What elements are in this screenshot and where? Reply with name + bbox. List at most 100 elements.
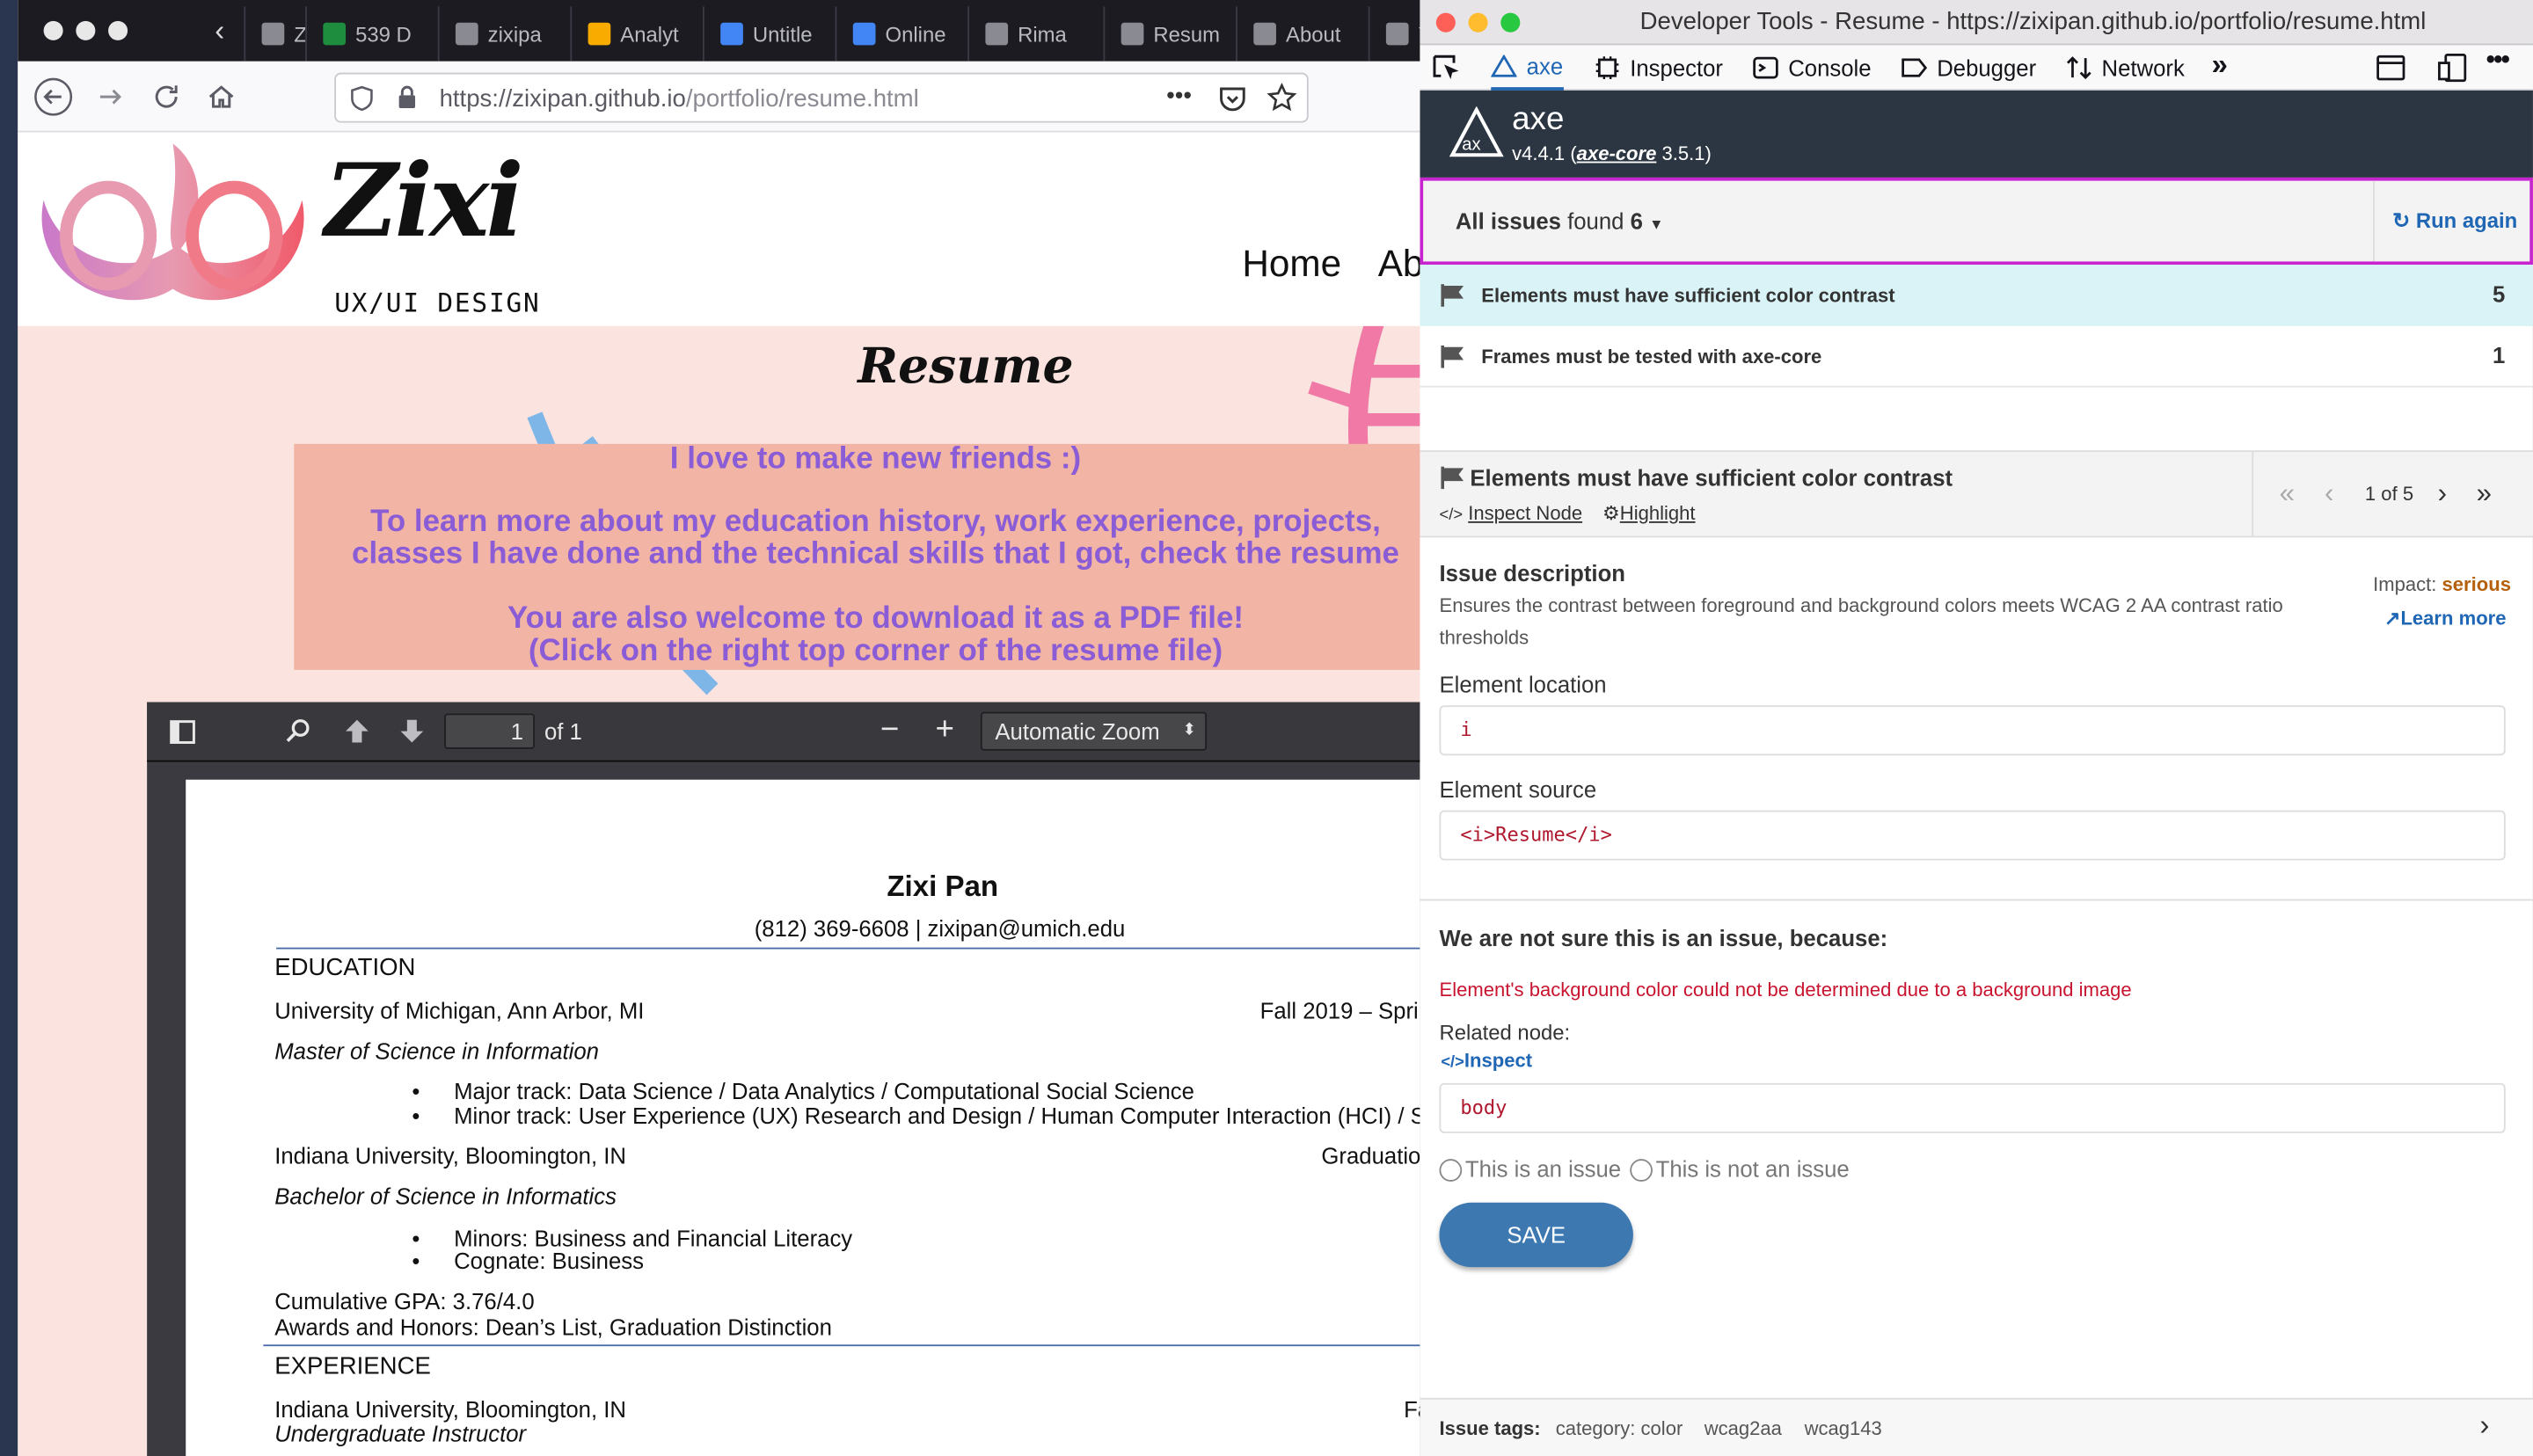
- responsive-design-icon[interactable]: [2438, 54, 2467, 83]
- find-icon[interactable]: [286, 718, 311, 744]
- inspector-icon: [1595, 56, 1619, 79]
- axe-version: v4.4.1 (axe-core 3.5.1): [1512, 142, 1712, 165]
- forward-button[interactable]: [92, 77, 131, 116]
- tab-console[interactable]: Console: [1753, 45, 1872, 90]
- browser-tab[interactable]: Analyt: [570, 6, 703, 62]
- zoom-out-icon[interactable]: −: [880, 712, 899, 749]
- window-close-button[interactable]: [43, 20, 63, 40]
- pdf-toolbar: 1 of 1 − + Automatic Zoom ⬍: [147, 702, 1420, 762]
- browser-tab[interactable]: About: [1236, 6, 1369, 62]
- issue-row[interactable]: Frames must be tested with axe-core 1: [1420, 326, 2533, 388]
- radio-this-is-not-an-issue[interactable]: This is not an issue: [1630, 1156, 1850, 1183]
- previous-issue-icon[interactable]: ‹: [2325, 477, 2333, 510]
- tab-label: Untitle: [752, 21, 813, 47]
- site-logo-image[interactable]: [27, 135, 318, 323]
- devtools-minimize-button[interactable]: [1468, 12, 1488, 33]
- tab-label: axe: [1526, 53, 1564, 79]
- school-name: Indiana University, Bloomington, IN: [274, 1142, 626, 1169]
- axe-core-link[interactable]: axe-core: [1577, 142, 1657, 165]
- window-zoom-button[interactable]: [108, 20, 128, 40]
- shield-icon[interactable]: [351, 85, 374, 112]
- resume-contact: (812) 369-6608 | zixipan@umich.edu: [754, 914, 1126, 942]
- devtools-close-button[interactable]: [1435, 12, 1456, 33]
- sidebar-toggle-icon[interactable]: [170, 720, 195, 745]
- save-button[interactable]: SAVE: [1439, 1202, 1633, 1268]
- devtools-tab-bar: axe Inspector Console Debugger Network »…: [1420, 45, 2533, 91]
- flag-icon: [1441, 284, 1464, 307]
- page-count: of 1: [544, 717, 582, 745]
- select-arrows-icon: ⬍: [1182, 721, 1196, 739]
- tab-label: About: [1286, 21, 1341, 47]
- learn-more-link[interactable]: ↗Learn more: [2384, 607, 2507, 630]
- radio-this-is-an-issue[interactable]: This is an issue: [1439, 1156, 1621, 1183]
- highlight-link[interactable]: ⚙Highlight: [1602, 502, 1696, 525]
- inspect-node-link[interactable]: </> Inspect Node: [1439, 502, 1582, 525]
- radio-button[interactable]: [1439, 1159, 1463, 1183]
- run-again-button[interactable]: ↻ Run again: [2392, 208, 2517, 234]
- element-picker-icon[interactable]: [1433, 55, 1462, 80]
- site-icon: [1385, 22, 1409, 46]
- devtools-zoom-button[interactable]: [1500, 12, 1521, 33]
- logo-icon: [1121, 22, 1144, 46]
- browser-tab[interactable]: Resum: [1103, 6, 1236, 62]
- zoom-in-icon[interactable]: +: [935, 712, 953, 749]
- pocket-icon[interactable]: [1218, 84, 1247, 113]
- last-page-icon[interactable]: »: [2477, 477, 2492, 510]
- related-node-field[interactable]: body: [1439, 1082, 2506, 1133]
- divider: [2252, 452, 2254, 536]
- bookmark-star-icon[interactable]: [1266, 82, 1297, 113]
- browser-tab[interactable]: Z: [244, 6, 305, 62]
- overflow-menu-icon[interactable]: •••: [2486, 47, 2510, 76]
- issues-filter-dropdown[interactable]: All issues found 6 ▼: [1456, 208, 1664, 234]
- dock-side-icon[interactable]: [2376, 55, 2405, 81]
- tab-scroll-left-icon[interactable]: ‹: [215, 15, 224, 49]
- browser-tab[interactable]: Yue: [1368, 6, 1420, 62]
- back-button[interactable]: [34, 77, 73, 116]
- page-number-input[interactable]: 1: [444, 713, 535, 749]
- browser-tab[interactable]: 539 D: [305, 6, 438, 62]
- tab-axe[interactable]: axe: [1491, 45, 1564, 91]
- issue-row[interactable]: Elements must have sufficient color cont…: [1420, 265, 2533, 326]
- inspect-related-link[interactable]: </>Inspect: [1441, 1049, 1532, 1072]
- next-page-icon[interactable]: [399, 718, 425, 744]
- lock-icon[interactable]: [398, 85, 417, 110]
- browser-tab[interactable]: zixipa: [437, 6, 571, 62]
- axe-header: ax axe v4.4.1 (axe-core 3.5.1): [1420, 90, 2533, 178]
- tab-debugger[interactable]: Debugger: [1902, 45, 2036, 90]
- intro-line: classes I have done and the technical sk…: [352, 537, 1399, 571]
- tab-network[interactable]: Network: [2066, 45, 2185, 90]
- intro-box: I love to make new friends :) To learn m…: [294, 443, 1420, 670]
- previous-page-icon[interactable]: [344, 718, 369, 744]
- url-bar[interactable]: https://zixipan.github.io/portfolio/resu…: [334, 72, 1309, 123]
- divider: [2373, 180, 2375, 262]
- reload-button[interactable]: [147, 77, 186, 116]
- nav-link-about[interactable]: Ab: [1378, 242, 1420, 286]
- tab-label: Z: [294, 22, 305, 47]
- zoom-select[interactable]: Automatic Zoom ⬍: [980, 711, 1208, 751]
- tab-inspector[interactable]: Inspector: [1595, 45, 1723, 90]
- next-issue-icon[interactable]: ›: [2438, 477, 2447, 510]
- tab-icon: [261, 22, 285, 46]
- page-title: Resume: [858, 339, 1074, 396]
- browser-tab[interactable]: Online: [835, 6, 968, 62]
- code-icon: </>: [1439, 506, 1464, 525]
- section-heading-education: EDUCATION: [274, 954, 416, 982]
- element-source-field[interactable]: <i>Resume</i>: [1439, 810, 2506, 861]
- intro-line: To learn more about my education history…: [370, 505, 1381, 540]
- browser-tab[interactable]: Rima: [967, 6, 1103, 62]
- page-actions-icon[interactable]: •••: [1166, 83, 1192, 110]
- element-location-field[interactable]: i: [1439, 705, 2506, 756]
- home-icon: [208, 85, 234, 108]
- browser-tab[interactable]: Untitle: [702, 6, 836, 62]
- more-tabs-icon[interactable]: »: [2211, 48, 2227, 83]
- first-page-icon[interactable]: «: [2280, 477, 2295, 510]
- home-button[interactable]: [202, 77, 241, 116]
- intro-line: (Click on the right top corner of the re…: [528, 634, 1223, 669]
- nav-link-home[interactable]: Home: [1242, 242, 1341, 286]
- chevron-right-icon[interactable]: ›: [2479, 1409, 2489, 1444]
- radio-button[interactable]: [1630, 1159, 1653, 1183]
- logo-wordmark[interactable]: Zixi: [325, 142, 524, 260]
- url-text[interactable]: https://zixipan.github.io/portfolio/resu…: [440, 85, 919, 113]
- window-minimize-button[interactable]: [76, 20, 96, 40]
- issue-tag: wcag143: [1804, 1416, 1882, 1440]
